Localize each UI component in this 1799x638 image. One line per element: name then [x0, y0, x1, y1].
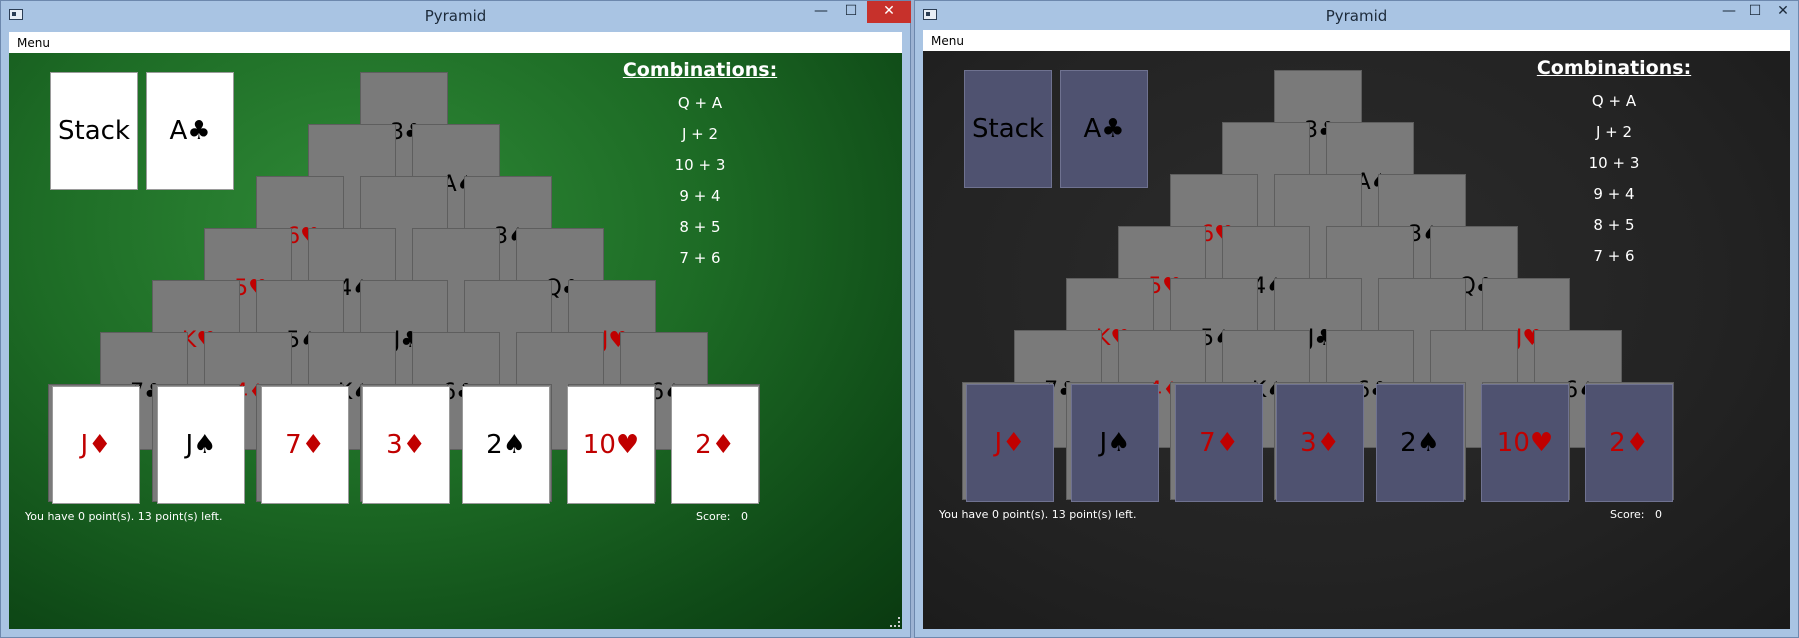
combination-item: 9 + 4: [1593, 185, 1635, 203]
window-title: Pyramid: [1325, 7, 1388, 25]
combination-item: J + 2: [681, 125, 719, 143]
stack-pile[interactable]: Stack: [50, 72, 138, 190]
combinations-panel: Combinations: Q + A J + 2 10 + 3 9 + 4 8 + 5 7…: [620, 59, 780, 267]
combination-item: Q + A: [1591, 92, 1637, 110]
combination-item: J + 2: [1595, 123, 1633, 141]
bottom-card[interactable]: 3♦: [1276, 384, 1364, 502]
combinations-title: Combinations:: [622, 59, 778, 81]
bottom-card[interactable]: 2♠: [1376, 384, 1464, 502]
close-button[interactable]: ✕: [1767, 1, 1799, 23]
combination-item: 10 + 3: [674, 156, 726, 174]
menu-bar: Menu: [9, 32, 902, 53]
title-bar[interactable]: Pyramid — ☐ ✕: [1, 1, 911, 31]
bottom-card[interactable]: J♦: [966, 384, 1054, 502]
score-label: Score:: [696, 510, 731, 523]
bottom-card[interactable]: 7♦: [1175, 384, 1263, 502]
window-title: Pyramid: [424, 7, 487, 25]
waste-card[interactable]: A♣: [146, 72, 234, 190]
score-display: Score: 0: [1610, 508, 1662, 521]
minimize-button[interactable]: —: [807, 1, 835, 23]
bottom-card[interactable]: 2♦: [1585, 384, 1673, 502]
menu-bar: Menu: [923, 30, 1790, 51]
status-text: You have 0 point(s). 13 point(s) left.: [25, 510, 223, 523]
close-button[interactable]: ✕: [867, 1, 911, 23]
title-bar[interactable]: Pyramid — ☐ ✕: [915, 1, 1798, 31]
minimize-button[interactable]: —: [1715, 1, 1743, 23]
bottom-card[interactable]: 7♦: [261, 386, 349, 504]
combination-item: 9 + 4: [679, 187, 721, 205]
maximize-button[interactable]: ☐: [1741, 1, 1769, 23]
game-table: StackA♣3♣A♠6♥3♠5♥4♠Q♣K♥5♠J♣J♥7♣4♦K♠6♣6♠8…: [9, 53, 902, 629]
combination-item: 7 + 6: [679, 249, 721, 267]
score-value: 0: [1655, 508, 1663, 521]
score-value: 0: [741, 510, 749, 523]
pyramid-window-green: Pyramid — ☐ ✕ Menu Stack A♣ 3♣ A♠ 6♥ 3♠ 5♥ 4♠ Q♣…: [0, 0, 911, 638]
menu-item-menu[interactable]: Menu: [931, 34, 964, 48]
combination-item: 10 + 3: [1588, 154, 1640, 172]
menu-item-menu[interactable]: Menu: [17, 36, 50, 50]
bottom-card[interactable]: 10♥: [1481, 384, 1569, 502]
game-table: StackA♣3♣A♠6♥3♠5♥4♠Q♣K♥5♠J♣J♥7♣4♦K♠6♣6♠8…: [923, 51, 1790, 629]
bottom-card[interactable]: 2♦: [671, 386, 759, 504]
bottom-card[interactable]: J♠: [157, 386, 245, 504]
combination-item: 8 + 5: [1593, 216, 1635, 234]
waste-card[interactable]: A♣: [1060, 70, 1148, 188]
bottom-card[interactable]: 3♦: [362, 386, 450, 504]
stack-pile[interactable]: Stack: [964, 70, 1052, 188]
score-label: Score:: [1610, 508, 1645, 521]
maximize-button[interactable]: ☐: [837, 1, 865, 23]
pyramid-window-dark: Pyramid — ☐ ✕ Menu Stack A♣ 3♣ A♠ 6♥ 3♠ 5♥ 4♠ Q♣…: [914, 0, 1799, 638]
bottom-card[interactable]: J♠: [1071, 384, 1159, 502]
bottom-card[interactable]: 10♥: [567, 386, 655, 504]
combinations-title: Combinations:: [1536, 57, 1692, 79]
combination-item: 7 + 6: [1593, 247, 1635, 265]
bottom-card[interactable]: 2♠: [462, 386, 550, 504]
score-display: Score: 0: [696, 510, 748, 523]
bottom-card[interactable]: J♦: [52, 386, 140, 504]
combination-item: 8 + 5: [679, 218, 721, 236]
status-text: You have 0 point(s). 13 point(s) left.: [939, 508, 1137, 521]
combination-item: Q + A: [677, 94, 723, 112]
combinations-panel: Combinations: Q + A J + 2 10 + 3 9 + 4 8 + 5 7…: [1534, 57, 1694, 265]
resize-grip[interactable]: [890, 617, 900, 627]
